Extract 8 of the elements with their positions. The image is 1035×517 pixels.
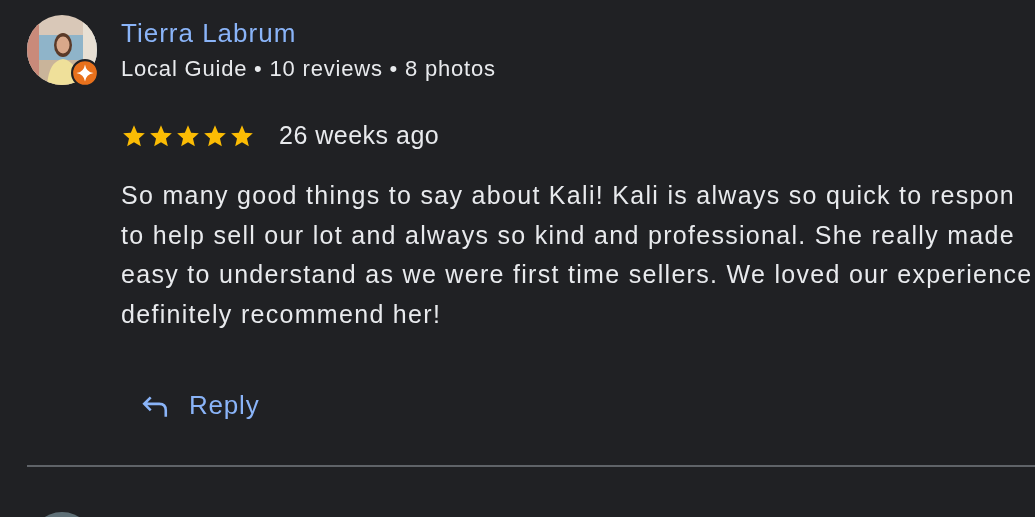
review-text-line: easy to understand as we were first time sellers. We loved our experience — [121, 259, 1033, 290]
author-name[interactable]: Tierra Labrum — [121, 18, 297, 49]
reviewer-info: Local Guide • 10 reviews • 8 photos — [121, 56, 496, 82]
review-time: 26 weeks ago — [279, 121, 440, 150]
review-text-line: So many good things to say about Kali! Kali is always so quick to respon — [121, 180, 1016, 211]
review-text-line: definitely recommend her! — [121, 298, 442, 330]
review-text-line: to help sell our lot and always so kind and professional. She really made — [121, 219, 1015, 251]
reply-button[interactable]: Reply — [137, 386, 264, 425]
